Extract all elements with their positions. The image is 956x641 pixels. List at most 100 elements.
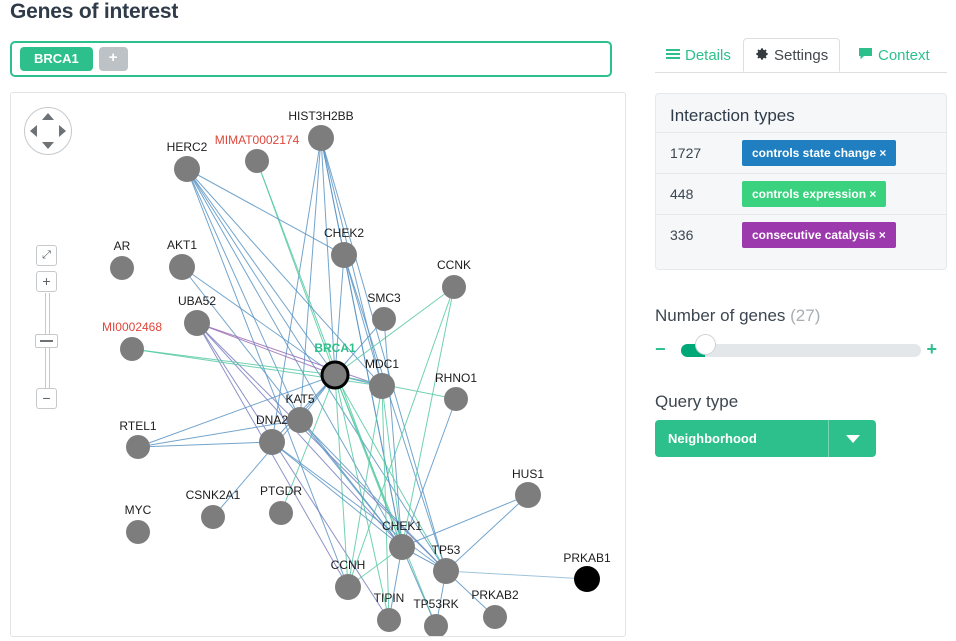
graph-node[interactable]: AKT1 (167, 238, 197, 280)
network-graph-canvas[interactable]: HIST3H2BB MIMAT0002174 HERC2 CHEK2 CCNK SMC3 A… (10, 92, 626, 637)
graph-node-circle[interactable] (110, 256, 134, 280)
decrease-genes-button[interactable]: − (655, 340, 666, 358)
increase-genes-button[interactable]: + (926, 340, 937, 358)
pan-down-icon[interactable] (42, 142, 54, 149)
graph-node[interactable]: PRKAB1 (563, 551, 611, 592)
pan-control[interactable] (24, 107, 72, 155)
graph-edge[interactable] (271, 441, 447, 572)
graph-node-circle[interactable] (259, 429, 285, 455)
graph-node-circle[interactable] (320, 360, 350, 390)
graph-node-circle[interactable] (372, 307, 396, 331)
graph-edge[interactable] (196, 322, 390, 621)
graph-node-circle[interactable] (369, 373, 395, 399)
graph-edge[interactable] (445, 494, 529, 572)
tab-details[interactable]: Details (655, 38, 742, 72)
gear-icon (755, 47, 769, 64)
graph-node-circle[interactable] (389, 534, 415, 560)
network-graph[interactable]: HIST3H2BB MIMAT0002174 HERC2 CHEK2 CCNK SMC3 A… (11, 93, 625, 636)
pan-up-icon[interactable] (42, 113, 54, 120)
graph-node-circle[interactable] (483, 605, 507, 629)
graph-edge[interactable] (381, 385, 390, 621)
genes-slider-track[interactable] (681, 344, 921, 357)
graph-node[interactable]: AR (110, 239, 134, 280)
zoom-in-button[interactable]: + (36, 271, 57, 292)
tab-settings[interactable]: Settings (743, 38, 841, 72)
graph-node[interactable]: TP53RK (413, 597, 459, 636)
graph-node[interactable]: CHEK1 (382, 519, 422, 560)
gene-chip-brca1[interactable]: BRCA1 (20, 46, 93, 72)
graph-node-circle[interactable] (245, 149, 269, 173)
graph-edge[interactable] (445, 570, 588, 580)
graph-node-circle[interactable] (126, 520, 150, 544)
graph-node-circle[interactable] (287, 407, 313, 433)
graph-node[interactable]: UBA52 (178, 294, 216, 336)
graph-edge[interactable] (186, 168, 345, 256)
zoom-out-button[interactable]: − (36, 388, 57, 409)
graph-node-circle[interactable] (120, 337, 144, 361)
graph-node[interactable]: HUS1 (512, 467, 544, 508)
graph-node-label: RTEL1 (119, 419, 156, 433)
graph-node-circle[interactable] (174, 156, 200, 182)
graph-node-circle[interactable] (433, 558, 459, 584)
graph-node-circle[interactable] (126, 435, 150, 459)
graph-node-circle[interactable] (184, 310, 210, 336)
zoom-slider-handle[interactable] (35, 334, 58, 348)
graph-node[interactable]: MYC (125, 503, 152, 544)
interaction-types-card: Interaction types 1727 controls state cha… (655, 93, 947, 270)
graph-node-label: AKT1 (167, 238, 197, 252)
graph-node[interactable]: CCNH (331, 558, 366, 600)
graph-node-label: TIPIN (374, 591, 405, 605)
interaction-type-badge[interactable]: consecutive catalysis × (742, 222, 896, 248)
graph-node-circle[interactable] (169, 254, 195, 280)
graph-node-circle[interactable] (331, 242, 357, 268)
tab-context[interactable]: Context (847, 38, 941, 72)
tab-settings-label: Settings (774, 46, 829, 64)
interaction-type-badge[interactable]: controls expression × (742, 181, 887, 207)
graph-edge[interactable] (181, 266, 403, 548)
graph-node[interactable]: CCNK (437, 258, 471, 299)
graph-node[interactable]: KAT5 (285, 392, 315, 433)
pan-right-icon[interactable] (59, 125, 66, 137)
graph-edge[interactable] (299, 137, 322, 421)
graph-node-circle[interactable] (515, 482, 541, 508)
graph-node-label: HIST3H2BB (288, 109, 353, 123)
graph-node[interactable]: HERC2 (167, 140, 208, 182)
graph-node[interactable]: TIPIN (374, 591, 405, 632)
chevron-down-icon[interactable] (828, 420, 876, 457)
graph-node[interactable]: PTGDR (260, 484, 302, 525)
graph-node[interactable]: SMC3 (367, 291, 401, 331)
interaction-type-badge[interactable]: controls state change × (742, 140, 897, 166)
graph-edge[interactable] (383, 318, 403, 548)
graph-node-circle[interactable] (424, 614, 448, 636)
number-of-genes-text: Number of genes (655, 306, 786, 325)
graph-node[interactable]: PRKAB2 (471, 588, 519, 629)
graph-node-circle[interactable] (269, 501, 293, 525)
graph-node[interactable]: MIMAT0002174 (215, 133, 300, 173)
graph-node[interactable]: RHNO1 (435, 371, 477, 411)
graph-node[interactable]: MI0002468 (102, 320, 162, 361)
graph-edge[interactable] (186, 168, 447, 572)
graph-node-circle[interactable] (442, 275, 466, 299)
pan-left-icon[interactable] (30, 125, 37, 137)
graph-edge[interactable] (196, 322, 349, 588)
genes-of-interest-input[interactable]: BRCA1 + (10, 41, 612, 77)
graph-node[interactable]: RTEL1 (119, 419, 157, 459)
graph-node-label: HERC2 (167, 140, 208, 154)
genes-slider-thumb[interactable] (695, 334, 716, 355)
graph-node-circle[interactable] (201, 505, 225, 529)
graph-edge[interactable] (137, 441, 273, 448)
graph-node-circle[interactable] (377, 608, 401, 632)
number-of-genes-slider-row[interactable]: − + (655, 334, 937, 364)
graph-node[interactable]: TP53 (432, 543, 461, 584)
graph-node-circle[interactable] (444, 387, 468, 411)
graph-node-circle[interactable] (335, 574, 361, 600)
query-type-select[interactable]: Neighborhood (655, 420, 876, 457)
graph-edge[interactable] (334, 254, 345, 376)
graph-node-label: MIMAT0002174 (215, 133, 300, 147)
add-gene-button[interactable]: + (98, 46, 128, 72)
graph-node[interactable]: CSNK2A1 (186, 488, 241, 529)
graph-node-label: PRKAB2 (471, 588, 519, 602)
fit-to-screen-button[interactable]: ⤢ (36, 245, 57, 266)
graph-node-circle[interactable] (308, 125, 334, 151)
graph-node-circle[interactable] (574, 566, 600, 592)
